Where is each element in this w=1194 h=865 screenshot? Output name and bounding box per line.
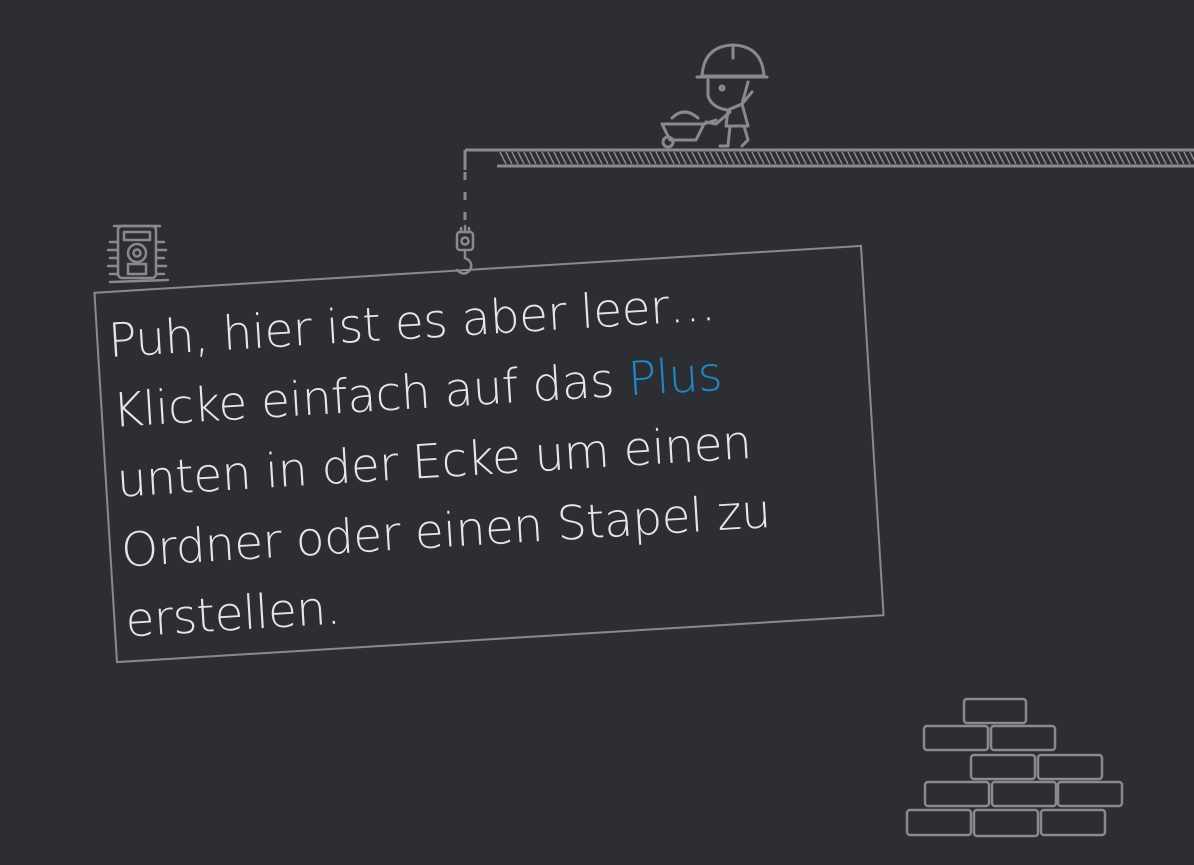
empty-state-sign: Puh, hier ist es aber leer… Klicke einfa… [93, 244, 885, 664]
empty-state-stage: Puh, hier ist es aber leer… Klicke einfa… [0, 0, 1194, 865]
plus-hint-link: Plus [626, 346, 724, 408]
wheelbarrow-icon [660, 110, 718, 149]
girder-beam [463, 148, 1194, 170]
message-line-5: erstellen. [123, 580, 342, 649]
empty-state-message: Puh, hier ist es aber leer… Klicke einfa… [106, 262, 866, 657]
robot-icon [106, 224, 170, 284]
brick-pile-icon [905, 697, 1124, 838]
message-line-2: Klicke einfach auf das [111, 352, 630, 439]
construction-worker-icon [695, 43, 769, 148]
crane-hook-icon [455, 224, 475, 275]
